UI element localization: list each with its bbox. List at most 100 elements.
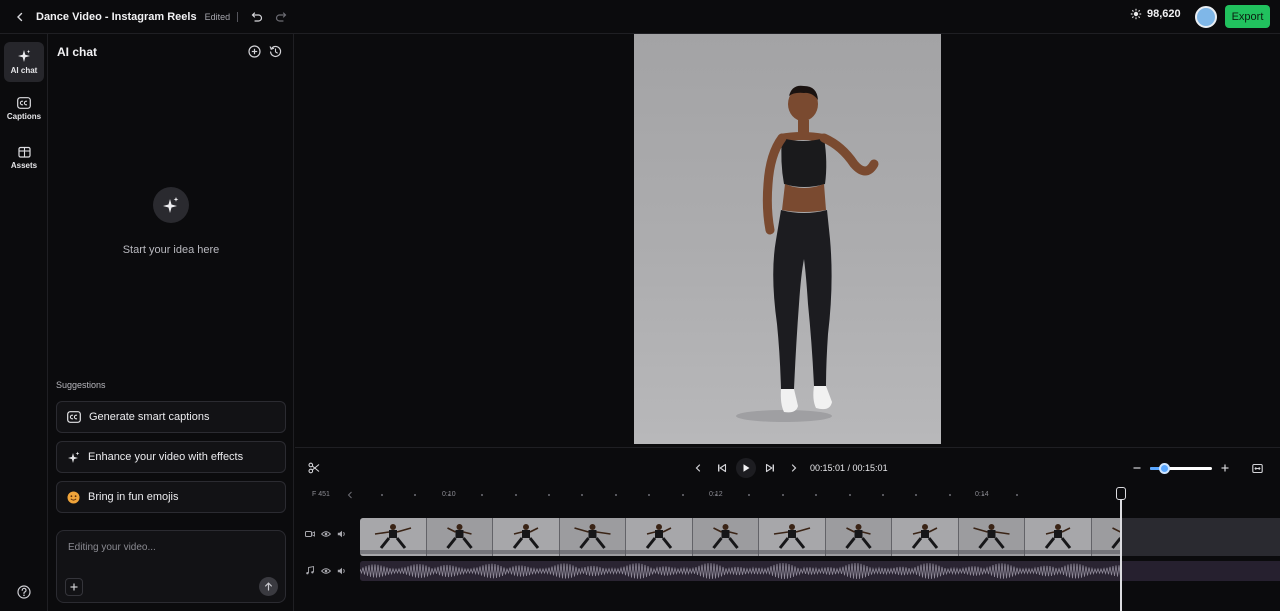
ruler-tick bbox=[915, 494, 918, 496]
suggestion-emojis[interactable]: Bring in fun emojis bbox=[56, 481, 286, 513]
zoom-in-button[interactable] bbox=[1219, 462, 1231, 474]
suggestion-effects[interactable]: Enhance your video with effects bbox=[56, 441, 286, 473]
split-button[interactable] bbox=[307, 461, 321, 475]
empty-state-text: Start your idea here bbox=[122, 244, 220, 256]
back-button[interactable] bbox=[10, 7, 30, 27]
ruler-tick bbox=[447, 494, 450, 496]
previous-frame-button[interactable] bbox=[692, 462, 704, 474]
tool-rail: AI chat Captions Assets bbox=[0, 34, 48, 611]
panel-title: AI chat bbox=[57, 45, 98, 59]
suggestion-label: Bring in fun emojis bbox=[88, 491, 179, 503]
next-frame-button[interactable] bbox=[788, 462, 800, 474]
skip-forward-icon bbox=[765, 463, 774, 473]
attach-button[interactable] bbox=[65, 578, 83, 596]
project-title[interactable]: Dance Video - Instagram Reels bbox=[36, 11, 197, 23]
ruler-tick bbox=[648, 494, 651, 496]
top-bar: Dance Video - Instagram Reels Edited 98,… bbox=[0, 0, 1280, 34]
rail-label: Assets bbox=[10, 160, 38, 170]
user-avatar[interactable] bbox=[1195, 6, 1217, 28]
cc-icon bbox=[17, 97, 31, 109]
video-track-clip[interactable] bbox=[360, 518, 1280, 556]
volume-icon[interactable] bbox=[337, 567, 347, 575]
divider bbox=[237, 11, 239, 22]
empty-state-icon bbox=[153, 187, 189, 223]
audio-waveform bbox=[360, 561, 1120, 581]
ruler-tick bbox=[715, 494, 717, 496]
rail-item-captions[interactable]: Captions bbox=[4, 89, 44, 129]
suggestion-label: Generate smart captions bbox=[89, 411, 210, 423]
dancer-figure bbox=[736, 85, 879, 422]
minus-icon bbox=[1133, 467, 1141, 469]
arrow-up-icon bbox=[265, 582, 272, 591]
playback-controls: 00:15:01 / 00:15:01 bbox=[295, 447, 1280, 487]
eye-icon[interactable] bbox=[321, 530, 331, 538]
cc-icon bbox=[67, 411, 81, 423]
audio-track-clip[interactable] bbox=[360, 561, 1280, 581]
zoom-slider[interactable] bbox=[1150, 463, 1212, 474]
credits-counter[interactable]: 98,620 bbox=[1130, 8, 1181, 20]
help-button[interactable] bbox=[15, 583, 33, 601]
eye-icon[interactable] bbox=[321, 567, 331, 575]
fit-icon bbox=[1251, 463, 1263, 473]
rail-item-assets[interactable]: Assets bbox=[4, 137, 44, 177]
ai-chat-panel: AI chat Start your idea here Suggestions… bbox=[48, 34, 294, 611]
ruler-tick bbox=[681, 494, 684, 496]
chevron-left-icon bbox=[347, 491, 352, 499]
new-chat-button[interactable] bbox=[247, 44, 261, 58]
suggestions-label: Suggestions bbox=[56, 380, 106, 390]
video-track-controls bbox=[305, 530, 347, 538]
plus-circle-icon bbox=[247, 44, 261, 58]
ruler-tick bbox=[882, 494, 884, 496]
chevron-left-icon bbox=[695, 464, 701, 472]
ruler-tick bbox=[781, 494, 784, 496]
timecode: 00:15:01 / 00:15:01 bbox=[810, 463, 888, 473]
suggestion-label: Enhance your video with effects bbox=[88, 451, 244, 463]
preview-stage bbox=[295, 34, 1280, 447]
fit-timeline-button[interactable] bbox=[1250, 461, 1264, 475]
ruler-tick bbox=[481, 494, 484, 496]
help-icon bbox=[17, 585, 31, 599]
box-icon bbox=[17, 146, 31, 158]
playhead[interactable] bbox=[1120, 487, 1122, 611]
redo-button[interactable] bbox=[272, 8, 290, 26]
export-button[interactable]: Export bbox=[1225, 5, 1270, 28]
history-button[interactable] bbox=[268, 44, 282, 58]
redo-icon bbox=[276, 11, 287, 22]
volume-icon[interactable] bbox=[337, 530, 347, 538]
sparkles-icon bbox=[163, 197, 179, 213]
zoom-out-button[interactable] bbox=[1131, 462, 1143, 474]
send-button[interactable] bbox=[259, 577, 278, 596]
plus-icon bbox=[70, 583, 78, 591]
chat-input[interactable] bbox=[68, 539, 268, 555]
ruler-tick bbox=[848, 494, 851, 496]
rail-label: AI chat bbox=[10, 66, 38, 75]
sparkles-icon bbox=[18, 49, 31, 62]
playhead-handle[interactable] bbox=[1116, 487, 1126, 500]
emoji-icon bbox=[67, 491, 80, 503]
credits-icon bbox=[1130, 8, 1142, 20]
suggestion-captions[interactable]: Generate smart captions bbox=[56, 401, 286, 433]
zoom-slider-thumb[interactable] bbox=[1159, 463, 1171, 474]
skip-back-button[interactable] bbox=[716, 462, 728, 474]
ruler-tick bbox=[548, 494, 550, 496]
music-note-icon[interactable] bbox=[305, 566, 315, 575]
sparkles-icon bbox=[68, 451, 80, 463]
video-preview[interactable] bbox=[634, 34, 941, 444]
rail-item-ai-chat[interactable]: AI chat bbox=[4, 42, 44, 82]
skip-forward-button[interactable] bbox=[764, 462, 776, 474]
video-camera-icon[interactable] bbox=[305, 530, 315, 538]
timeline: F 451 0:10 0:12 0:14 bbox=[295, 487, 1280, 611]
plus-icon bbox=[1221, 464, 1229, 472]
ruler-tick bbox=[1015, 494, 1018, 496]
ruler-tick bbox=[581, 494, 584, 496]
ruler-frame-label: F 451 bbox=[312, 491, 330, 498]
ruler-tick bbox=[514, 494, 517, 496]
ruler-tick bbox=[614, 494, 617, 496]
credits-value: 98,620 bbox=[1147, 8, 1181, 20]
play-icon bbox=[743, 464, 750, 472]
undo-button[interactable] bbox=[248, 8, 266, 26]
play-button[interactable] bbox=[736, 458, 756, 478]
chat-composer bbox=[56, 530, 286, 603]
edited-status: Edited bbox=[204, 11, 231, 22]
ruler-tick bbox=[948, 494, 951, 496]
